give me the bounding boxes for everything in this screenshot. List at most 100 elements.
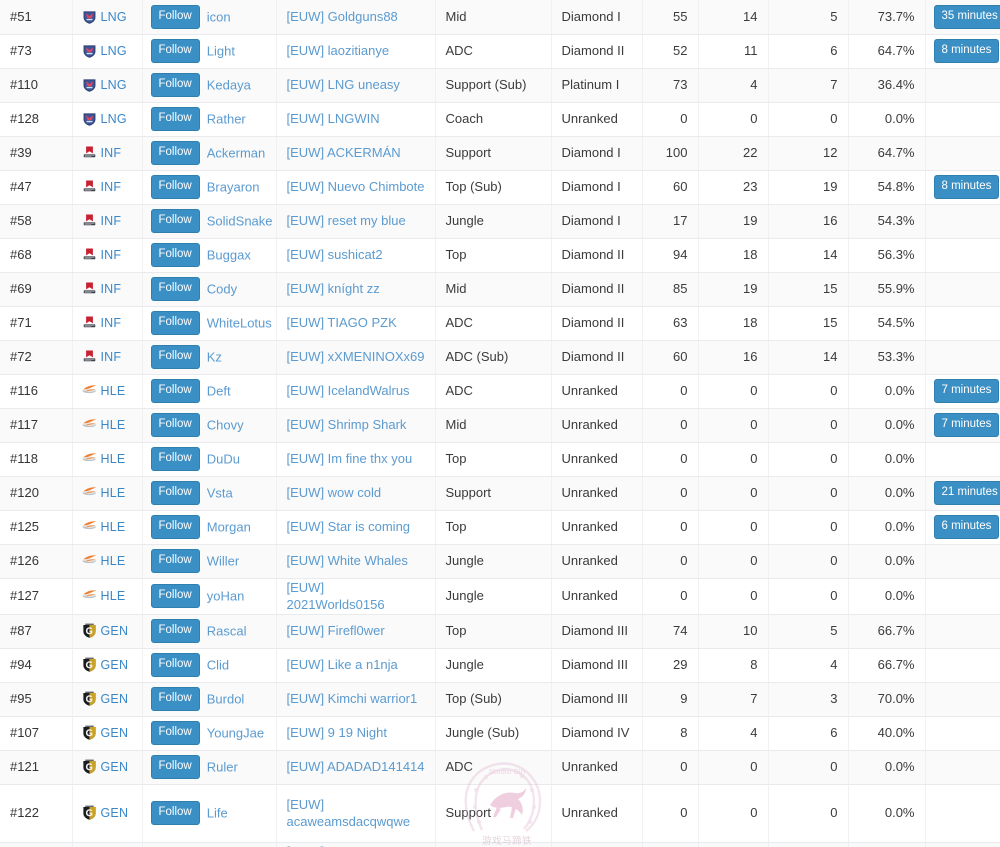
summoner-name-link[interactable]: [EUW] sushicat2 <box>287 247 383 262</box>
follow-button[interactable]: Follow <box>150 242 200 268</box>
summoner-cell[interactable]: [EUW] Star is coming <box>276 510 436 545</box>
player-name-link[interactable]: Deft <box>207 383 231 398</box>
summoner-name-link[interactable]: [EUW] Star is coming <box>287 519 411 534</box>
summoner-cell[interactable]: [EUW] acaweamsdacqwqwe <box>276 784 436 843</box>
team-cell[interactable]: GEN <box>72 648 143 683</box>
last-updated-badge[interactable]: 8 minutes <box>933 38 1000 64</box>
player-cell[interactable]: Follow Ackerman <box>142 136 277 171</box>
summoner-cell[interactable]: [EUW] Goldguns88 <box>276 0 436 35</box>
team-cell[interactable]: GEN <box>72 682 143 717</box>
team-cell[interactable]: LNG <box>72 34 143 69</box>
summoner-name-link[interactable]: [EUW] kníght zz <box>287 281 380 296</box>
summoner-name-link[interactable]: [EUW] LNGWIN <box>287 111 380 126</box>
player-cell[interactable]: Follow Ruler <box>142 750 277 785</box>
summoner-cell[interactable]: [EUW] xXMENINOXx69 <box>276 340 436 375</box>
player-name-link[interactable]: Kedaya <box>207 77 251 92</box>
team-cell[interactable]: HLE <box>72 408 143 443</box>
player-name-link[interactable]: Life <box>207 805 228 820</box>
summoner-cell[interactable]: [EUW] ADADAD141414 <box>276 750 436 785</box>
player-name-link[interactable]: Buggax <box>207 247 251 262</box>
team-cell[interactable]: GEN <box>72 614 143 649</box>
player-name-link[interactable]: Kz <box>207 349 222 364</box>
summoner-name-link[interactable]: [EUW] TIAGO PZK <box>287 315 397 330</box>
player-cell[interactable]: Follow Life <box>142 784 277 843</box>
summoner-name-link[interactable]: [EUW] Nuevo Chimbote <box>287 179 425 194</box>
player-name-link[interactable]: Chovy <box>207 417 244 432</box>
summoner-cell[interactable]: [EUW] Like a n1nja <box>276 648 436 683</box>
summoner-cell[interactable]: [EUW] LNGWIN <box>276 102 436 137</box>
summoner-name-link[interactable]: [EUW] Shrimp Shark <box>287 417 407 432</box>
team-cell[interactable]: GEN <box>72 842 143 847</box>
team-cell[interactable]: INF <box>72 340 143 375</box>
player-name-link[interactable]: DuDu <box>207 451 240 466</box>
player-name-link[interactable]: Cody <box>207 281 237 296</box>
follow-button[interactable]: Follow <box>150 4 200 29</box>
team-cell[interactable]: LNG <box>72 0 143 35</box>
team-cell[interactable]: INF <box>72 170 143 205</box>
summoner-name-link[interactable]: [EUW] LNG uneasy <box>287 77 400 92</box>
player-name-link[interactable]: SolidSnake <box>207 213 273 228</box>
player-cell[interactable]: Follow icon <box>142 0 277 35</box>
last-updated-badge[interactable]: 7 minutes <box>933 412 1000 438</box>
player-cell[interactable]: Follow Chovy <box>142 408 277 443</box>
player-name-link[interactable]: YoungJae <box>207 725 264 740</box>
team-cell[interactable]: HLE <box>72 510 143 545</box>
player-name-link[interactable]: yoHan <box>207 588 245 603</box>
summoner-name-link[interactable]: [EUW] IcelandWalrus <box>287 383 410 398</box>
team-cell[interactable]: GEN <box>72 750 143 785</box>
team-cell[interactable]: INF <box>72 136 143 171</box>
summoner-cell[interactable]: [EUW] LNG uneasy <box>276 68 436 103</box>
summoner-cell[interactable]: [EUW] reset my blue <box>276 204 436 239</box>
team-cell[interactable]: INF <box>72 306 143 341</box>
summoner-name-link[interactable]: [EUW] ACKERMÁN <box>287 145 401 160</box>
player-cell[interactable]: Follow Brayaron <box>142 170 277 205</box>
player-name-link[interactable]: Burdol <box>207 691 245 706</box>
team-cell[interactable]: INF <box>72 204 143 239</box>
player-cell[interactable]: Follow Deft <box>142 374 277 409</box>
summoner-name-link[interactable]: [EUW] Goldguns88 <box>287 9 398 24</box>
summoner-name-link[interactable]: [EUW] 9 19 Night <box>287 725 387 740</box>
summoner-name-link[interactable]: [EUW] Like a n1nja <box>287 657 398 672</box>
player-cell[interactable]: Follow Willer <box>142 544 277 579</box>
summoner-cell[interactable]: [EUW] TIAGO PZK <box>276 306 436 341</box>
player-cell[interactable]: FollowBdd <box>142 842 277 847</box>
follow-button[interactable]: Follow <box>150 686 200 712</box>
summoner-name-link[interactable]: [EUW] Im fine thx you <box>287 451 413 466</box>
team-cell[interactable]: HLE <box>72 442 143 477</box>
summoner-cell[interactable]: [EUW] IcelandWalrus <box>276 374 436 409</box>
team-cell[interactable]: GEN <box>72 716 143 751</box>
player-cell[interactable]: Follow Burdol <box>142 682 277 717</box>
player-cell[interactable]: Follow Morgan <box>142 510 277 545</box>
player-name-link[interactable]: Light <box>207 43 235 58</box>
follow-button[interactable]: Follow <box>150 412 200 438</box>
player-name-link[interactable]: icon <box>207 9 231 24</box>
summoner-name-link[interactable]: [EUW] 2021Worlds0156 <box>287 580 385 613</box>
player-name-link[interactable]: Ruler <box>207 759 238 774</box>
player-cell[interactable]: Follow DuDu <box>142 442 277 477</box>
follow-button[interactable]: Follow <box>150 514 200 540</box>
player-cell[interactable]: Follow Cody <box>142 272 277 307</box>
summoner-cell[interactable]: [EUW] Im fine thx you <box>276 442 436 477</box>
summoner-cell[interactable]: [EUW] laozitianye <box>276 34 436 69</box>
player-cell[interactable]: Follow Clid <box>142 648 277 683</box>
summoner-name-link[interactable]: [EUW] Firefl0wer <box>287 623 385 638</box>
summoner-name-link[interactable]: [EUW] 2021Worlds0163 <box>287 844 385 847</box>
team-cell[interactable]: HLE <box>72 578 143 615</box>
follow-button[interactable]: Follow <box>150 310 200 336</box>
summoner-cell[interactable]: [EUW] 2021Worlds0156 <box>276 578 436 615</box>
follow-button[interactable]: Follow <box>150 618 200 644</box>
player-name-link[interactable]: WhiteLotus <box>207 315 272 330</box>
team-cell[interactable]: INF <box>72 238 143 273</box>
team-cell[interactable]: HLE <box>72 544 143 579</box>
team-cell[interactable]: HLE <box>72 476 143 511</box>
follow-button[interactable]: Follow <box>150 800 200 826</box>
team-cell[interactable]: INF <box>72 272 143 307</box>
summoner-name-link[interactable]: [EUW] reset my blue <box>287 213 406 228</box>
summoner-cell[interactable]: [EUW] Nuevo Chimbote <box>276 170 436 205</box>
team-cell[interactable]: LNG <box>72 68 143 103</box>
player-cell[interactable]: Follow WhiteLotus <box>142 306 277 341</box>
summoner-cell[interactable]: [EUW] 9 19 Night <box>276 716 436 751</box>
player-cell[interactable]: Follow Light <box>142 34 277 69</box>
player-name-link[interactable]: Ackerman <box>207 145 266 160</box>
summoner-cell[interactable]: [EUW] 2021Worlds0163 <box>276 842 436 847</box>
